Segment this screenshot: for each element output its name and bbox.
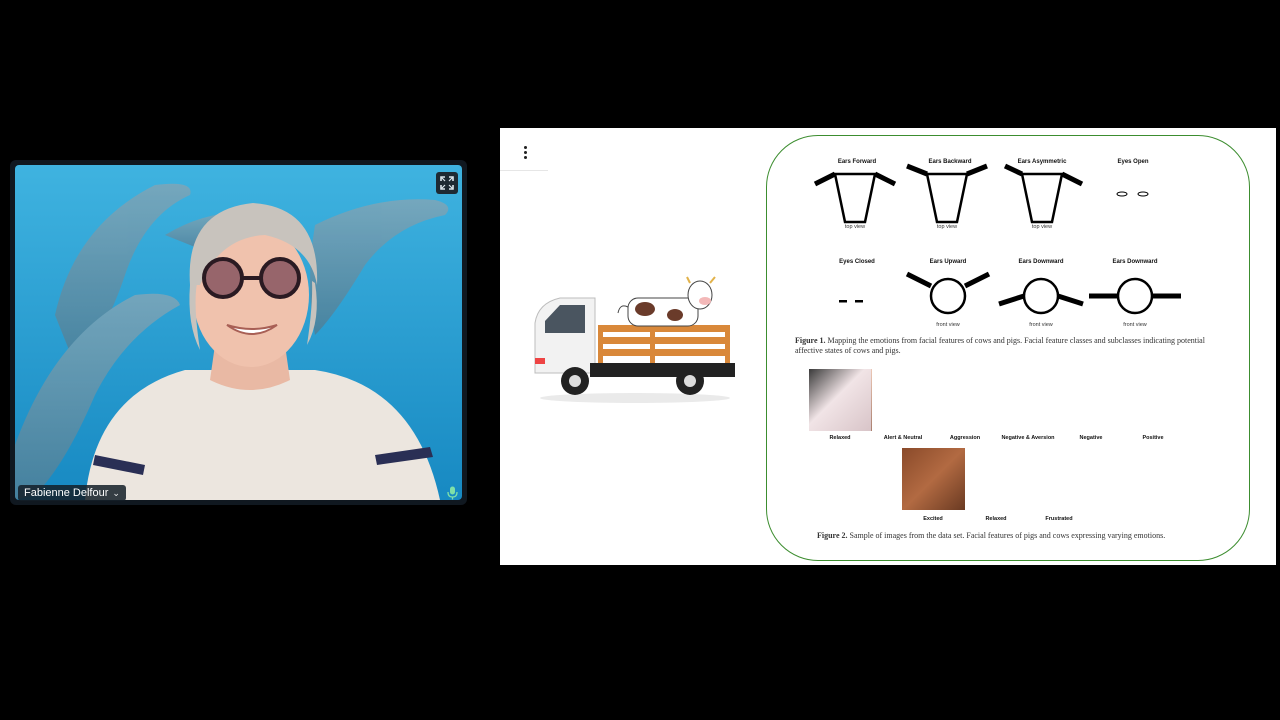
- cow-emotion-label: Excited: [923, 516, 943, 522]
- mic-icon: [447, 486, 458, 500]
- cow-photo-frustrated: [902, 448, 965, 510]
- participant-name: Fabienne Delfour: [24, 487, 109, 499]
- view-label: front view: [1029, 322, 1053, 328]
- view-label: top view: [936, 224, 958, 230]
- view-label: front view: [1123, 322, 1147, 328]
- diagram-label: Ears Downward: [1018, 259, 1064, 265]
- cow-emotion-label: Frustrated: [1045, 516, 1073, 522]
- expand-video-button[interactable]: [436, 172, 458, 194]
- divider: [500, 170, 548, 171]
- diagram-label: Eyes Closed: [839, 259, 875, 265]
- figure-1-caption: Figure 1. Mapping the emotions from faci…: [795, 336, 1215, 356]
- cow-emotion-label: Relaxed: [985, 516, 1007, 522]
- cow-photo-strip: [902, 448, 1091, 510]
- expand-icon: [440, 176, 454, 190]
- kebab-menu-icon[interactable]: [518, 142, 532, 162]
- participant-video-tile[interactable]: [10, 160, 467, 505]
- pig-emotion-label: Relaxed: [829, 435, 851, 441]
- figure-2-caption-label: Figure 2.: [817, 531, 848, 540]
- diagram-label: Ears Forward: [837, 159, 877, 165]
- diagram-label: Eyes Open: [1117, 159, 1149, 165]
- cattle-truck-illustration: [534, 276, 735, 403]
- diagram-label: Ears Downward: [1112, 259, 1158, 265]
- pig-emotion-label: Aggression: [949, 435, 981, 441]
- figures-panel: Ears Forward Ears Backward Ears Asymmetr…: [766, 135, 1250, 561]
- figure-2-caption: Figure 2. Sample of images from the data…: [817, 531, 1217, 541]
- participant-video-feed: [15, 165, 462, 500]
- diagram-label: Ears Backward: [928, 159, 972, 165]
- pig-photo-strip: [809, 369, 1186, 431]
- figure-1-caption-text: Mapping the emotions from facial feature…: [795, 336, 1205, 355]
- view-label: top view: [1031, 224, 1053, 230]
- pig-emotion-label: Negative: [1079, 435, 1103, 441]
- diagram-label: Ears Asymmetric: [1017, 159, 1067, 165]
- view-label: top view: [844, 224, 866, 230]
- view-label: front view: [936, 322, 960, 328]
- figure-2-caption-text: Sample of images from the data set. Faci…: [847, 531, 1166, 540]
- pig-emotion-label: Negative & Aversion: [1001, 435, 1055, 441]
- participant-name-tag[interactable]: Fabienne Delfour ⌄: [18, 485, 126, 501]
- chevron-down-icon: ⌄: [112, 488, 120, 498]
- pig-emotion-label: Positive: [1142, 435, 1164, 441]
- diagram-label: Ears Upward: [929, 259, 967, 265]
- shared-slide: Ears Forward Ears Backward Ears Asymmetr…: [500, 128, 1276, 565]
- figure-1-caption-label: Figure 1.: [795, 336, 826, 345]
- pig-photo-positive: [809, 369, 871, 431]
- pig-emotion-label: Alert & Neutral: [883, 435, 923, 441]
- facial-feature-diagrams: [813, 163, 1181, 315]
